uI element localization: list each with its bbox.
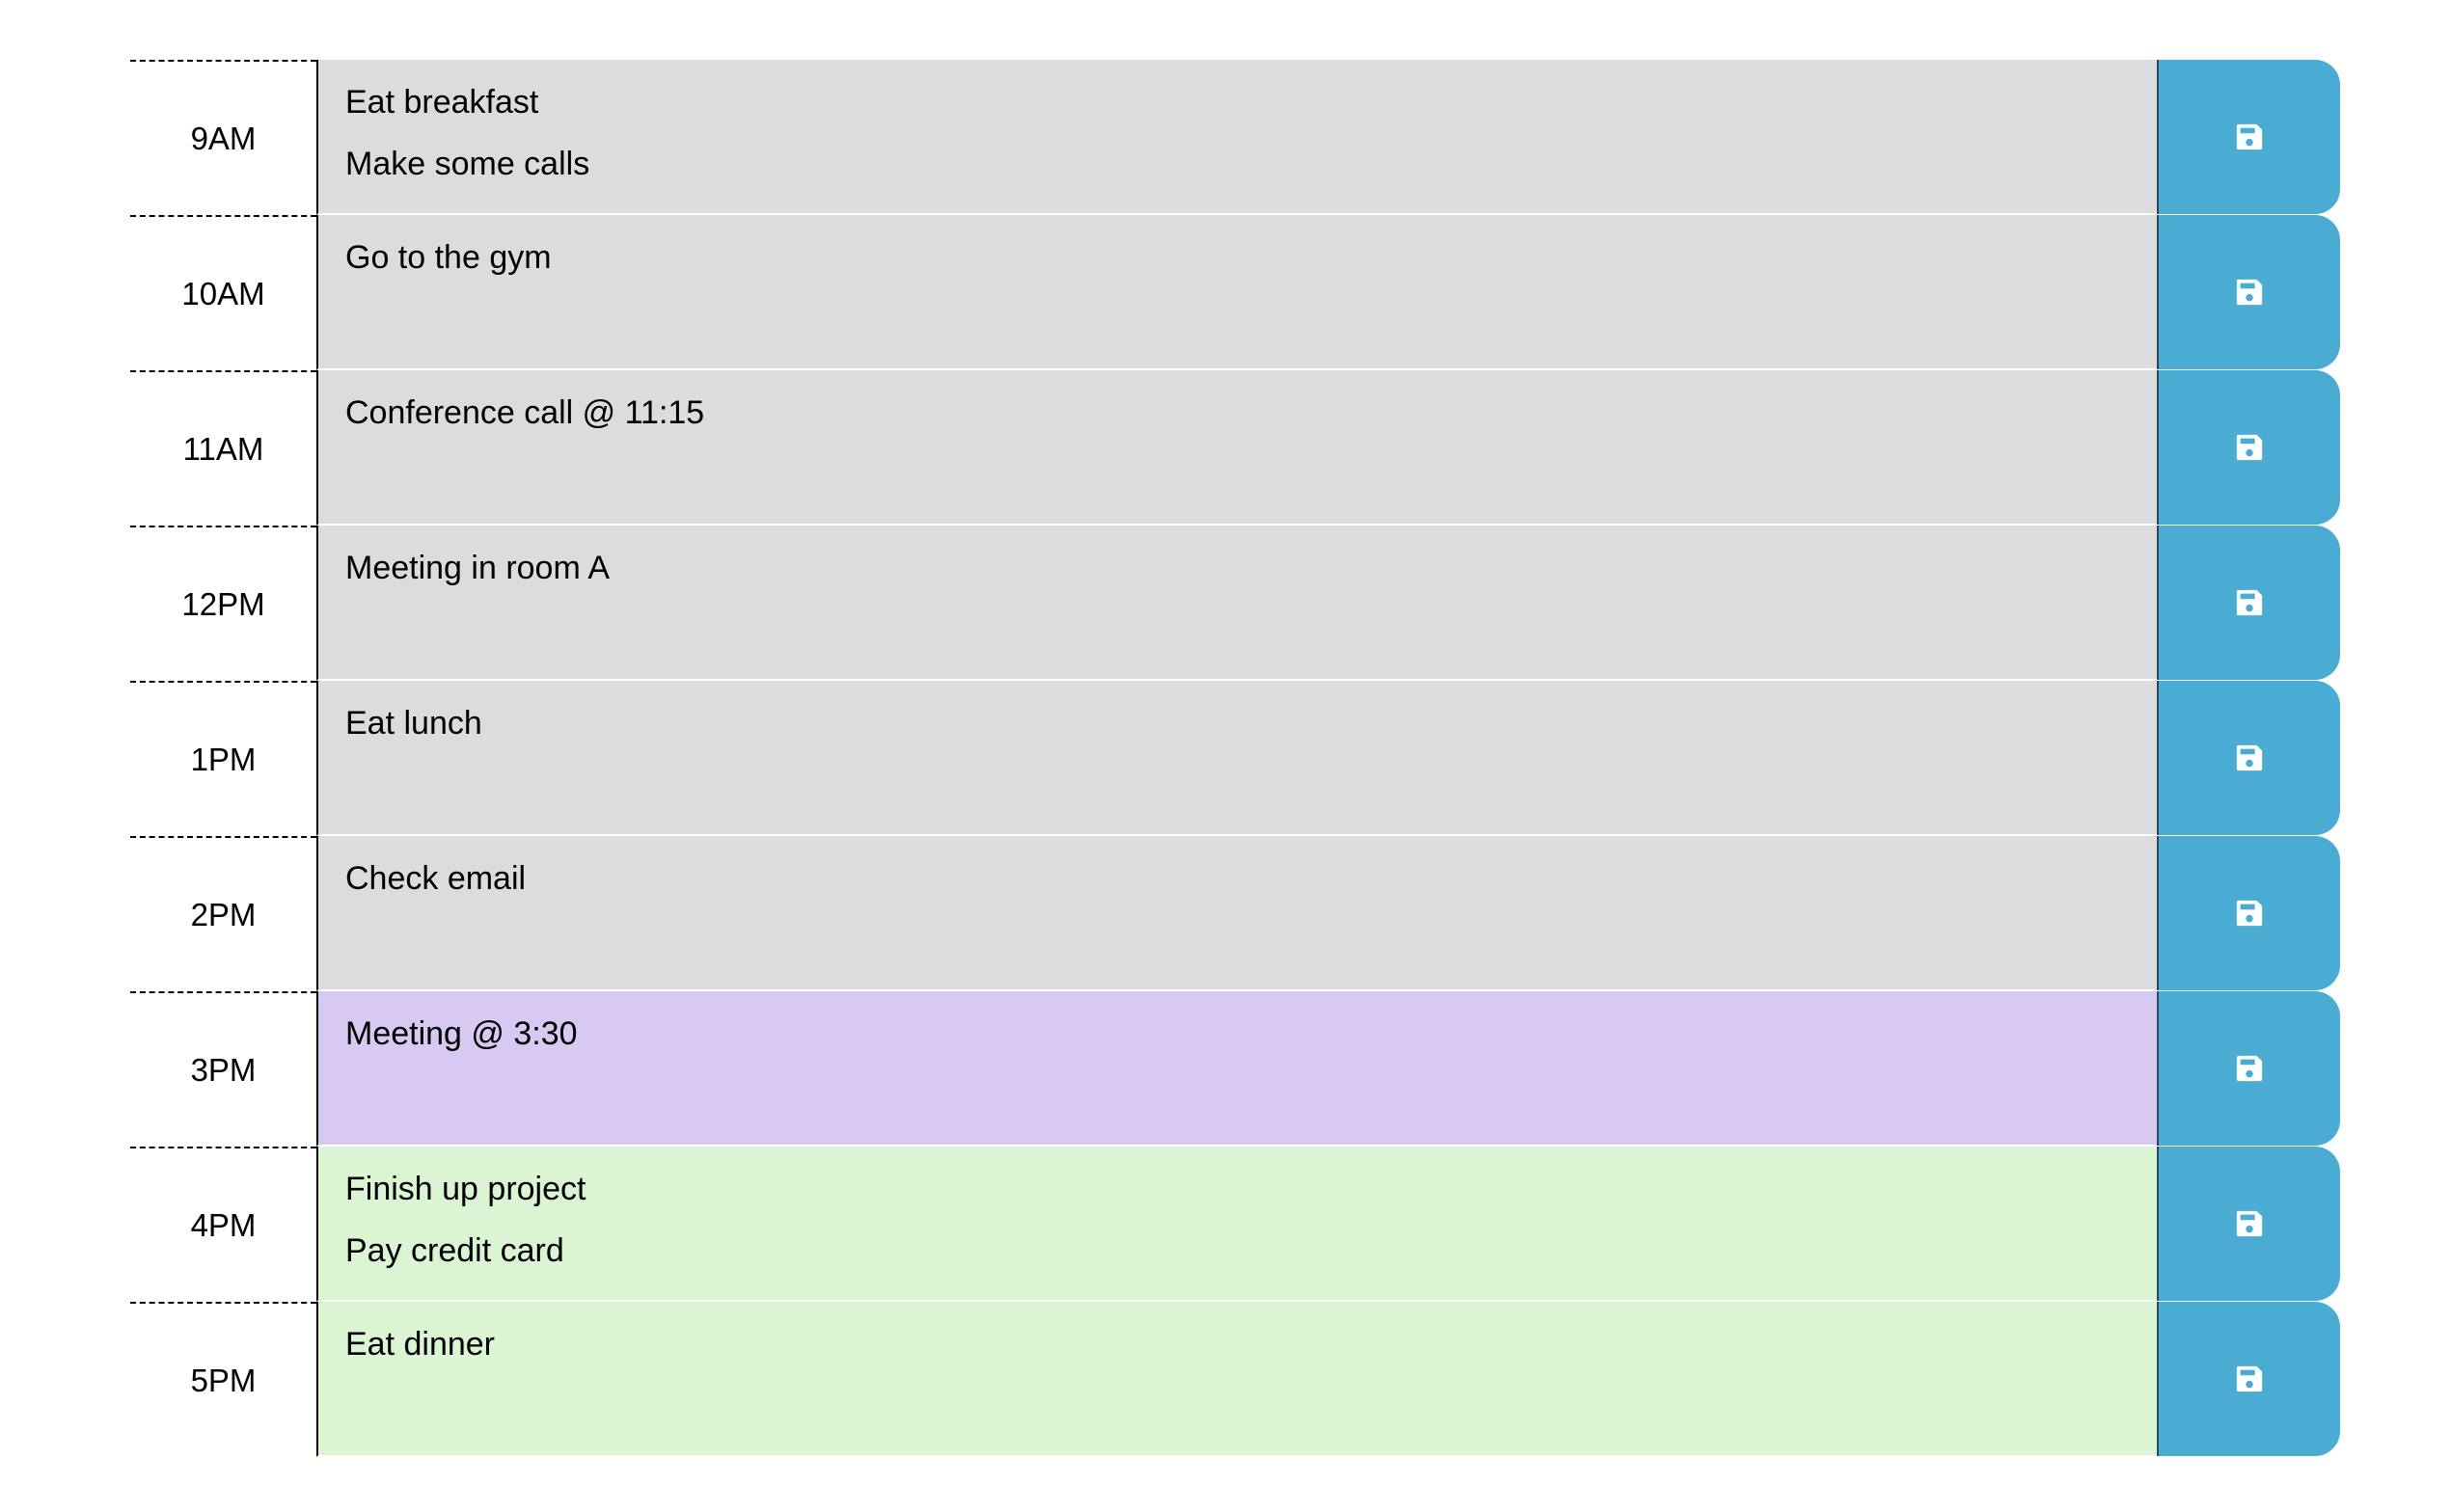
save-button[interactable] — [2157, 836, 2340, 990]
floppy-disk-icon — [2236, 1365, 2263, 1392]
task-textarea[interactable]: Eat lunch — [316, 681, 2157, 836]
task-textarea[interactable]: Eat dinner — [316, 1302, 2157, 1457]
floppy-disk-icon — [2236, 744, 2263, 771]
task-textarea[interactable]: Go to the gym — [316, 215, 2157, 370]
save-button[interactable] — [2157, 991, 2340, 1146]
floppy-disk-icon — [2236, 589, 2263, 616]
save-button[interactable] — [2157, 60, 2340, 214]
floppy-disk-icon — [2236, 123, 2263, 150]
time-block-2pm: 2PM Check email — [130, 836, 2340, 991]
time-block-1pm: 1PM Eat lunch — [130, 681, 2340, 836]
floppy-disk-icon — [2236, 1055, 2263, 1082]
time-block-5pm: 5PM Eat dinner — [130, 1302, 2340, 1457]
hour-label: 2PM — [130, 836, 316, 991]
floppy-disk-icon — [2236, 1210, 2263, 1237]
time-block-9am: 9AM Eat breakfast Make some calls — [130, 60, 2340, 215]
hour-label: 5PM — [130, 1302, 316, 1457]
hour-label: 12PM — [130, 526, 316, 681]
task-textarea[interactable]: Meeting @ 3:30 — [316, 991, 2157, 1147]
floppy-disk-icon — [2236, 900, 2263, 927]
hour-label: 4PM — [130, 1147, 316, 1302]
task-textarea[interactable]: Check email — [316, 836, 2157, 991]
save-button[interactable] — [2157, 215, 2340, 369]
time-block-4pm: 4PM Finish up project Pay credit card — [130, 1147, 2340, 1302]
time-block-12pm: 12PM Meeting in room A — [130, 526, 2340, 681]
time-block-11am: 11AM Conference call @ 11:15 — [130, 370, 2340, 526]
hour-label: 11AM — [130, 370, 316, 526]
task-textarea[interactable]: Finish up project Pay credit card — [316, 1147, 2157, 1302]
task-textarea[interactable]: Eat breakfast Make some calls — [316, 60, 2157, 215]
save-button[interactable] — [2157, 681, 2340, 835]
save-button[interactable] — [2157, 1302, 2340, 1456]
day-planner: 9AM Eat breakfast Make some calls 10AM G… — [130, 60, 2340, 1457]
hour-label: 1PM — [130, 681, 316, 836]
hour-label: 10AM — [130, 215, 316, 370]
floppy-disk-icon — [2236, 279, 2263, 306]
task-textarea[interactable]: Meeting in room A — [316, 526, 2157, 681]
hour-label: 3PM — [130, 991, 316, 1147]
floppy-disk-icon — [2236, 434, 2263, 461]
save-button[interactable] — [2157, 1147, 2340, 1301]
time-block-10am: 10AM Go to the gym — [130, 215, 2340, 370]
task-textarea[interactable]: Conference call @ 11:15 — [316, 370, 2157, 526]
save-button[interactable] — [2157, 370, 2340, 525]
hour-label: 9AM — [130, 60, 316, 215]
save-button[interactable] — [2157, 526, 2340, 680]
time-block-3pm: 3PM Meeting @ 3:30 — [130, 991, 2340, 1147]
